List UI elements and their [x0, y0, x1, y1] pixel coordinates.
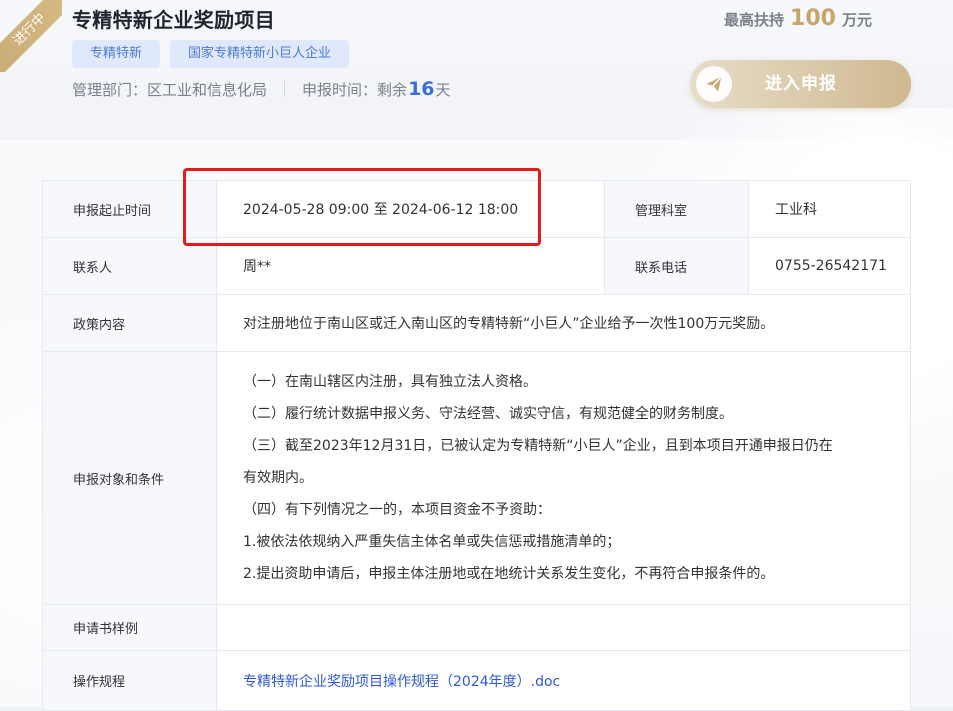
row-sample: 申请书样例 [42, 604, 911, 651]
tag-specialized: 专精特新 [72, 40, 161, 68]
office-label: 管理科室 [604, 180, 749, 238]
paper-plane-icon [696, 66, 732, 102]
condition-item: 2.提出资助申请后，申报主体注册地或在地统计关系发生变化，不再符合申报条件的。 [243, 566, 775, 582]
policy-label: 政策内容 [42, 294, 217, 352]
management-label: 管理部门： [72, 80, 148, 99]
deadline-prefix: 剩余 [377, 80, 408, 99]
project-header: 进行中 专精特新企业奖励项目 专精特新 国家专精特新小巨人企业 管理部门： 区工… [0, 0, 953, 108]
apply-button[interactable]: 进入申报 [690, 60, 911, 108]
max-support-label: 最高扶持 [724, 11, 785, 29]
status-badge: 进行中 [0, 0, 62, 72]
apply-button-label: 进入申报 [765, 74, 837, 94]
phone-label: 联系电话 [604, 237, 749, 295]
row-contact: 联系人 周** 联系电话 0755-26542171 [42, 237, 911, 295]
policy-value: 对注册地位于南山区或迁入南山区的专精特新“小巨人”企业给予一次性100万元奖励。 [216, 294, 911, 352]
condition-item: 1.被依法依规纳入严重失信主体名单或失信惩戒措施清单的； [243, 534, 621, 550]
phone-value: 0755-26542171 [748, 237, 911, 295]
condition-item: （三）截至2023年12月31日，已被认定为专精特新“小巨人”企业，且到本项目开… [243, 438, 833, 454]
management-dept: 区工业和信息化局 [147, 80, 268, 99]
condition-item: （一）在南山辖区内注册，具有独立法人资格。 [243, 374, 537, 390]
conditions-list: （一）在南山辖区内注册，具有独立法人资格。 （二）履行统计数据申报义务、守法经营… [216, 351, 911, 605]
tag-list: 专精特新 国家专精特新小巨人企业 [72, 40, 350, 68]
contact-value: 周** [216, 237, 605, 295]
sample-value [216, 604, 911, 651]
condition-item: （四）有下列情况之一的，本项目资金不予资助： [243, 502, 551, 518]
row-procedure: 操作规程 专精特新企业奖励项目操作规程（2024年度）.doc [42, 650, 911, 711]
period-label: 申报起止时间 [42, 180, 217, 238]
deadline-label: 申报时间： [302, 80, 378, 99]
period-value: 2024-05-28 09:00 至 2024-06-12 18:00 [216, 180, 605, 238]
procedure-link[interactable]: 专精特新企业奖励项目操作规程（2024年度）.doc [243, 674, 560, 690]
page-title: 专精特新企业奖励项目 [72, 8, 275, 32]
procedure-cell: 专精特新企业奖励项目操作规程（2024年度）.doc [216, 650, 911, 711]
max-support-unit: 万元 [841, 11, 872, 29]
max-support: 最高扶持 100 万元 [724, 6, 872, 31]
meta-info: 管理部门： 区工业和信息化局 申报时间： 剩余 16 天 [72, 78, 451, 100]
status-ribbon: 进行中 [0, 0, 62, 72]
sample-label: 申请书样例 [42, 604, 217, 651]
deadline-days: 16 [408, 78, 435, 100]
detail-table: 申报起止时间 2024-05-28 09:00 至 2024-06-12 18:… [42, 180, 911, 711]
contact-label: 联系人 [42, 237, 217, 295]
row-conditions: 申报对象和条件 （一）在南山辖区内注册，具有独立法人资格。 （二）履行统计数据申… [42, 351, 911, 605]
condition-item: （二）履行统计数据申报义务、守法经营、诚实守信，有规范健全的财务制度。 [243, 406, 733, 422]
deadline-suffix: 天 [435, 80, 451, 99]
conditions-label: 申报对象和条件 [42, 351, 217, 605]
office-value: 工业科 [748, 180, 911, 238]
row-policy: 政策内容 对注册地位于南山区或迁入南山区的专精特新“小巨人”企业给予一次性100… [42, 294, 911, 352]
max-support-amount: 100 [790, 6, 836, 31]
meta-divider [284, 81, 286, 97]
condition-item: 有效期内。 [243, 470, 313, 486]
row-period: 申报起止时间 2024-05-28 09:00 至 2024-06-12 18:… [42, 180, 911, 238]
tag-little-giant: 国家专精特新小巨人企业 [170, 40, 350, 68]
procedure-label: 操作规程 [42, 650, 217, 711]
